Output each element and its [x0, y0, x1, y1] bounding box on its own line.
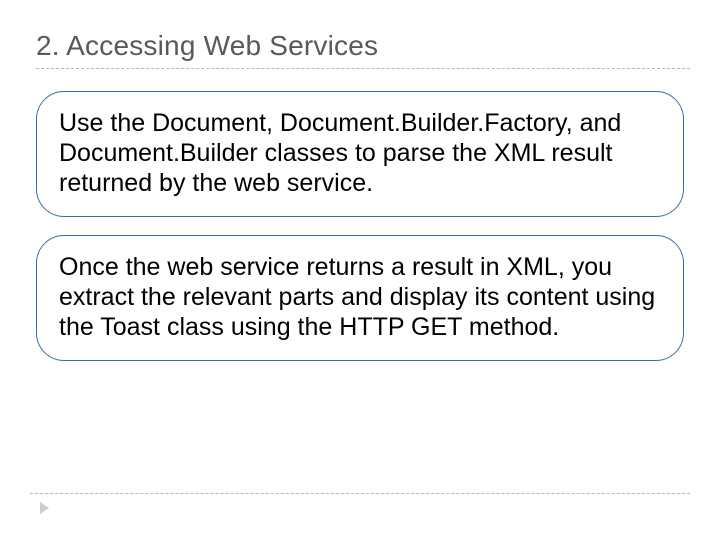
- heading-divider: [36, 68, 690, 69]
- triangle-bullet-icon: [40, 502, 49, 514]
- slide-heading: 2. Accessing Web Services: [36, 30, 690, 62]
- slide: 2. Accessing Web Services Use the Docume…: [0, 0, 720, 540]
- footer-divider: [30, 493, 690, 494]
- content-box-2-text: Once the web service returns a result in…: [59, 252, 661, 342]
- heading-wrap: 2. Accessing Web Services: [36, 30, 690, 69]
- content-box-1: Use the Document, Document.Builder.Facto…: [36, 91, 684, 217]
- content-box-1-text: Use the Document, Document.Builder.Facto…: [59, 108, 661, 198]
- content-box-2: Once the web service returns a result in…: [36, 235, 684, 361]
- footer: [30, 493, 690, 514]
